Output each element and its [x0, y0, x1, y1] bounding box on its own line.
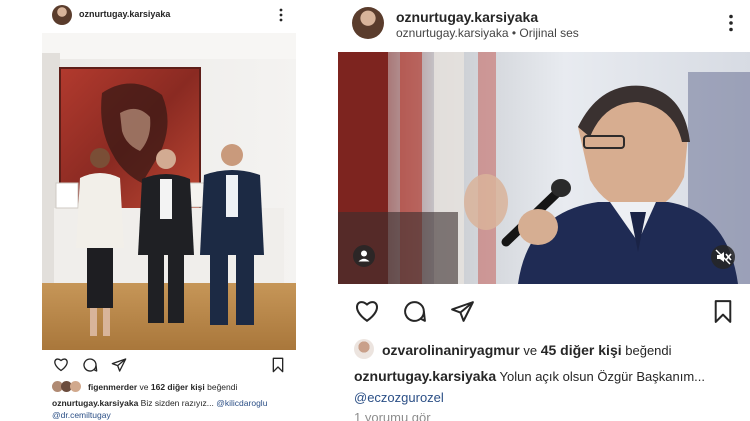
more-vertical-icon[interactable] [728, 13, 734, 33]
right-save-bookmark-icon[interactable] [712, 299, 734, 324]
left-caption: oznurtugay.karsiyaka Biz sizden razıyız.… [52, 397, 292, 421]
left-liker-avatars [52, 381, 84, 392]
left-likes-others[interactable]: 162 diğer kişi [151, 382, 205, 392]
left-post: oznurtugay.karsiyaka figenmerder ve 162 … [0, 0, 330, 421]
right-liked-by-user[interactable]: ozvarolinaniryagmur [382, 342, 520, 358]
more-vertical-icon[interactable] [278, 7, 284, 23]
right-likes-suffix: beğendi [625, 343, 672, 358]
right-likes-connector: ve [523, 343, 538, 358]
right-audio-sep: • [511, 26, 517, 40]
right-comment-icon[interactable] [402, 299, 427, 324]
mute-audio-icon[interactable] [711, 245, 735, 269]
tagged-user-icon[interactable] [353, 245, 375, 267]
right-share-send-icon[interactable] [450, 299, 475, 324]
right-caption: oznurtugay.karsiyaka Yolun açık olsun Öz… [354, 366, 750, 408]
right-post: oznurtugay.karsiyaka oznurtugay.karsiyak… [336, 0, 750, 421]
left-likes-text: figenmerder ve 162 diğer kişi beğendi [88, 382, 237, 392]
left-mention-2[interactable]: @dr.cemiltugay [52, 410, 111, 420]
left-share-send-icon[interactable] [111, 357, 127, 373]
right-audio-line: oznurtugay.karsiyaka • Orijinal ses [396, 26, 579, 40]
left-like-heart-icon[interactable] [53, 357, 69, 372]
right-avatar[interactable] [352, 7, 384, 39]
right-likes-others[interactable]: 45 diğer kişi [541, 342, 622, 358]
left-save-bookmark-icon[interactable] [271, 357, 285, 373]
right-post-video[interactable] [338, 52, 750, 284]
left-username[interactable]: oznurtugay.karsiyaka [79, 9, 170, 19]
left-avatar[interactable] [52, 5, 72, 25]
left-likes-suffix: beğendi [207, 382, 238, 392]
right-view-comments-link[interactable]: 1 yorumu gör [354, 410, 431, 421]
right-like-heart-icon[interactable] [354, 299, 380, 323]
right-liker-avatar[interactable] [354, 339, 374, 359]
right-audio-user[interactable]: oznurtugay.karsiyaka [396, 26, 509, 40]
right-likes-text: ozvarolinaniryagmur ve 45 diğer kişi beğ… [382, 342, 672, 358]
left-caption-user[interactable]: oznurtugay.karsiyaka [52, 398, 138, 408]
left-caption-text: Biz sizden razıyız... [140, 398, 214, 408]
left-likes-connector: ve [139, 382, 149, 392]
right-caption-user[interactable]: oznurtugay.karsiyaka [354, 368, 496, 384]
left-post-photo [42, 33, 296, 350]
right-mention-1[interactable]: @eczozgurozel [354, 390, 444, 405]
right-caption-text: Yolun açık olsun Özgür Başkanım... [499, 369, 705, 384]
left-comment-icon[interactable] [82, 357, 98, 373]
left-mention-1[interactable]: @kilicdaroglu [216, 398, 267, 408]
left-liked-by-user[interactable]: figenmerder [88, 382, 137, 392]
right-username[interactable]: oznurtugay.karsiyaka [396, 9, 538, 25]
right-audio-label[interactable]: Orijinal ses [519, 26, 578, 40]
